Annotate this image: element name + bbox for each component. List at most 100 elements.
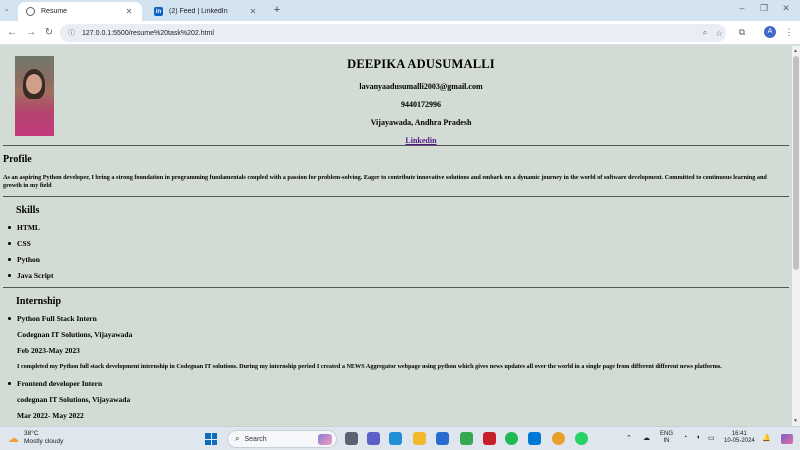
taskbar-search[interactable]: ⌕ Search [227, 430, 337, 448]
search-highlight-icon [318, 434, 332, 445]
divider [3, 287, 789, 288]
teams-icon[interactable] [367, 432, 380, 445]
linkedin-link[interactable]: Linkedin [405, 136, 436, 145]
store-icon[interactable] [436, 432, 449, 445]
edge-icon[interactable] [389, 432, 402, 445]
bookmark-star-icon[interactable]: ☆ [712, 29, 726, 38]
weather-text: Mostly cloudy [24, 438, 64, 445]
zoom-icon[interactable]: ⌕ [698, 28, 712, 38]
vertical-scrollbar[interactable]: ▲ ▼ [792, 46, 800, 426]
start-button[interactable] [205, 433, 217, 445]
profile-text: As an aspiring Python developer, I bring… [3, 174, 767, 189]
tab-resume[interactable]: Resume ✕ [18, 2, 142, 21]
language-indicator[interactable]: ENG IN [660, 431, 673, 445]
reload-icon[interactable]: ↻ [43, 27, 55, 39]
tab-title: Resume [41, 8, 68, 15]
list-item: Java Script [8, 271, 53, 280]
tab-search-icon[interactable]: ⌄ [4, 5, 10, 13]
resume-name: DEEPIKA ADUSUMALLI [347, 57, 495, 71]
skill-label: Java Script [17, 271, 54, 280]
system-clock[interactable]: 16:41 10-05-2024 [724, 431, 755, 445]
bullet [8, 382, 11, 385]
cloud-sun-icon: ☁ [8, 432, 19, 445]
linkedin-icon: in [154, 7, 163, 16]
divider [3, 145, 789, 146]
search-label: Search [244, 435, 267, 443]
skill-label: Python [17, 255, 40, 264]
internship-role: Python Full Stack Intern [8, 314, 97, 323]
extensions-icon[interactable]: ⧉ [736, 27, 748, 38]
email-text: lavanyaadusumalli2003@gmail.com [359, 82, 483, 91]
browser-toolbar: ← → ↻ ⓘ 127.0.0.1:5500/resume%20task%202… [0, 21, 800, 45]
page-viewport: DEEPIKA ADUSUMALLI lavanyaadusumalli2003… [0, 46, 792, 426]
internship-role: Frontend developer Intern [8, 379, 102, 388]
bullet [8, 274, 11, 277]
skills-heading: Skills [16, 205, 40, 216]
internship-heading: Internship [16, 296, 62, 307]
internship-period: Feb 2023-May 2023 [17, 346, 80, 355]
weather-widget[interactable]: ☁ 38°C Mostly cloudy [8, 430, 63, 446]
role-label: Frontend developer Intern [17, 379, 103, 388]
internship-description: I completed my Python full stack develop… [17, 363, 722, 370]
bell-icon[interactable]: 🔔 [762, 434, 771, 442]
divider [3, 196, 789, 197]
language-code: ENG [660, 431, 674, 437]
profile-heading: Profile [3, 154, 32, 165]
search-icon: ⌕ [235, 434, 240, 443]
spotify-icon[interactable] [505, 432, 518, 445]
site-info-icon[interactable]: ⓘ [68, 28, 78, 38]
avatar[interactable]: A [764, 26, 776, 38]
close-window-icon[interactable]: ✕ [780, 3, 792, 14]
whatsapp-icon[interactable] [575, 432, 588, 445]
temperature-text: 38°C [24, 430, 39, 437]
vscode-icon[interactable] [528, 432, 541, 445]
cloud-icon[interactable]: ☁ [643, 434, 650, 442]
skill-label: HTML [17, 223, 40, 232]
internship-period: Mar 2022- May 2022 [17, 411, 84, 420]
close-icon[interactable]: ✕ [248, 7, 258, 16]
windows-logo-pane [211, 439, 217, 445]
clock-time: 16:41 [731, 431, 747, 437]
back-icon[interactable]: ← [6, 27, 18, 39]
minimize-icon[interactable]: – [736, 3, 748, 13]
maximize-icon[interactable]: ❐ [758, 3, 770, 14]
tab-title: (2) Feed | LinkedIn [169, 8, 228, 15]
globe-icon [26, 7, 35, 16]
forward-icon[interactable]: → [25, 27, 37, 39]
volume-icon[interactable]: ◖ [696, 434, 700, 441]
chrome-profile-icon[interactable] [552, 432, 565, 445]
task-view-icon[interactable] [345, 432, 358, 445]
bullet [8, 226, 11, 229]
windows-logo-pane [205, 433, 211, 439]
menu-icon[interactable]: ⋮ [783, 27, 795, 38]
windows-logo-pane [211, 433, 217, 439]
list-item: CSS [8, 239, 31, 248]
address-bar[interactable]: ⓘ 127.0.0.1:5500/resume%20task%202.html … [60, 24, 726, 42]
bullet [8, 317, 11, 320]
copilot-icon[interactable] [781, 434, 793, 444]
wifi-icon[interactable]: ◔ [683, 434, 687, 441]
chevron-up-icon[interactable]: ⌃ [626, 434, 632, 442]
scroll-up-icon[interactable]: ▲ [793, 48, 798, 54]
clock-date: 10-05-2024 [724, 438, 755, 444]
url-text[interactable]: 127.0.0.1:5500/resume%20task%202.html [82, 30, 698, 37]
scroll-down-icon[interactable]: ▼ [793, 418, 798, 424]
mcafee-icon[interactable] [483, 432, 496, 445]
skill-label: CSS [17, 239, 31, 248]
windows-logo-pane [205, 439, 211, 445]
resume-header: DEEPIKA ADUSUMALLI lavanyaadusumalli2003… [54, 54, 788, 145]
close-icon[interactable]: ✕ [124, 7, 134, 16]
new-tab-button[interactable]: + [270, 4, 284, 16]
file-explorer-icon[interactable] [413, 432, 426, 445]
browser-tab-strip: ⌄ Resume ✕ in (2) Feed | LinkedIn ✕ + – … [0, 0, 800, 21]
battery-icon[interactable]: ▭ [708, 434, 715, 442]
tab-linkedin[interactable]: in (2) Feed | LinkedIn ✕ [146, 2, 266, 21]
internship-company: codegnan IT Solutions, Vijayawada [17, 395, 131, 404]
scrollbar-thumb[interactable] [793, 56, 799, 270]
chrome-icon[interactable] [460, 432, 473, 445]
internship-company: Codegnan IT Solutions, Vijayawada [17, 330, 133, 339]
windows-taskbar: ☁ 38°C Mostly cloudy ⌕ Search ⌃ ☁ ENG IN… [0, 426, 800, 450]
list-item: Python [8, 255, 40, 264]
bullet [8, 258, 11, 261]
role-label: Python Full Stack Intern [17, 314, 97, 323]
